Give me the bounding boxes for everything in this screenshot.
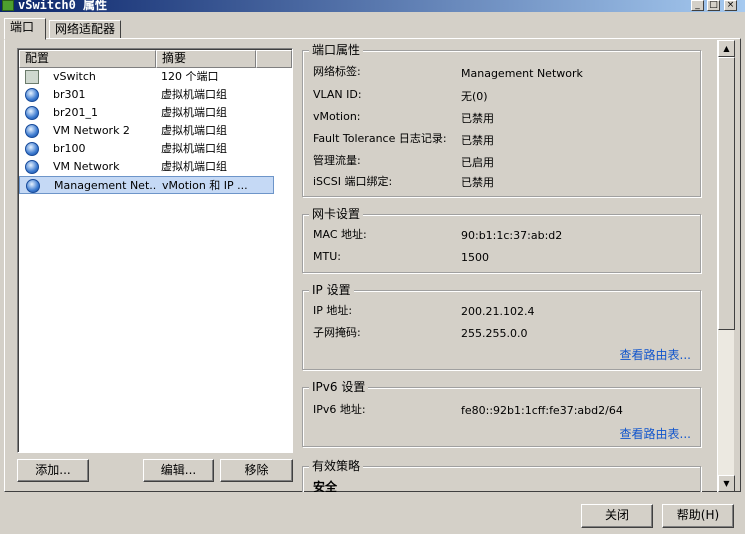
prop-value: 1500 bbox=[461, 251, 489, 264]
prop-label: 管理流量: bbox=[313, 154, 361, 167]
ip-settings-group: IP 设置 IP 地址: 200.21.102.4 子网掩码: 255.255.… bbox=[302, 283, 701, 370]
list-item[interactable]: VM Network 虚拟机端口组 bbox=[19, 158, 274, 176]
item-summary: 虚拟机端口组 bbox=[161, 88, 227, 101]
item-summary: 虚拟机端口组 bbox=[161, 142, 227, 155]
item-name: Management Net... bbox=[54, 179, 157, 192]
globe-icon bbox=[25, 88, 39, 102]
edit-button[interactable]: 编辑... bbox=[143, 459, 214, 482]
item-name: br100 bbox=[53, 142, 86, 155]
list-item[interactable]: br100 虚拟机端口组 bbox=[19, 140, 274, 158]
item-name: br201_1 bbox=[53, 106, 98, 119]
tab-ports[interactable]: 端口 bbox=[4, 18, 46, 40]
close-window-button[interactable]: × bbox=[724, 0, 737, 11]
switch-icon bbox=[25, 70, 39, 84]
globe-icon bbox=[25, 124, 39, 138]
prop-label: IPv6 地址: bbox=[313, 403, 366, 416]
item-name: VM Network bbox=[53, 160, 120, 173]
prop-label: 网络标签: bbox=[313, 65, 361, 78]
group-title: IP 设置 bbox=[309, 283, 354, 297]
list-item-selected[interactable]: Management Net... vMotion 和 IP ... bbox=[19, 176, 274, 194]
add-button[interactable]: 添加... bbox=[17, 459, 89, 482]
group-title: 端口属性 bbox=[309, 43, 364, 57]
prop-value: 无(0) bbox=[461, 90, 488, 103]
scroll-down-arrow-icon[interactable]: ▼ bbox=[718, 475, 735, 492]
prop-value: 255.255.0.0 bbox=[461, 327, 528, 340]
prop-label: IP 地址: bbox=[313, 304, 353, 317]
item-summary: 虚拟机端口组 bbox=[161, 106, 227, 119]
minimize-button[interactable]: _ bbox=[691, 0, 704, 11]
column-summary[interactable]: 摘要 bbox=[156, 50, 256, 68]
tab-network-adapters[interactable]: 网络适配器 bbox=[49, 20, 121, 39]
policy-security-label: 安全 bbox=[313, 480, 338, 492]
prop-value: 已禁用 bbox=[461, 134, 494, 147]
item-summary: 虚拟机端口组 bbox=[161, 124, 227, 137]
prop-value: 已禁用 bbox=[461, 176, 494, 189]
title-bar: vSwitch0 属性 _ □ × bbox=[0, 0, 745, 12]
prop-label: Fault Tolerance 日志记录: bbox=[313, 132, 447, 145]
column-spacer bbox=[256, 50, 292, 68]
item-summary: vMotion 和 IP ... bbox=[162, 179, 248, 192]
port-list[interactable]: 配置 摘要 vSwitch 120 个端口 br301 虚拟机端口组 br201… bbox=[17, 48, 293, 453]
list-item[interactable]: br301 虚拟机端口组 bbox=[19, 86, 274, 104]
properties-pane: 端口属性 网络标签: Management Network VLAN ID: 无… bbox=[300, 40, 718, 492]
prop-label: vMotion: bbox=[313, 110, 361, 123]
group-title: IPv6 设置 bbox=[309, 380, 369, 394]
prop-label: 子网掩码: bbox=[313, 326, 361, 339]
globe-icon bbox=[26, 179, 40, 193]
prop-label: VLAN ID: bbox=[313, 88, 362, 101]
effective-policy-group: 有效策略 安全 bbox=[302, 459, 701, 492]
list-item[interactable]: VM Network 2 虚拟机端口组 bbox=[19, 122, 274, 140]
list-header: 配置 摘要 bbox=[19, 50, 292, 68]
prop-value: 90:b1:1c:37:ab:d2 bbox=[461, 229, 563, 242]
list-item[interactable]: br201_1 虚拟机端口组 bbox=[19, 104, 274, 122]
nic-settings-group: 网卡设置 MAC 地址: 90:b1:1c:37:ab:d2 MTU: 1500 bbox=[302, 207, 701, 273]
close-button[interactable]: 关闭 bbox=[581, 504, 653, 528]
window-title: vSwitch0 属性 bbox=[18, 0, 108, 12]
item-summary: 虚拟机端口组 bbox=[161, 160, 227, 173]
scroll-thumb[interactable] bbox=[718, 57, 735, 330]
item-name: VM Network 2 bbox=[53, 124, 130, 137]
prop-value: Management Network bbox=[461, 67, 583, 80]
prop-value: 已启用 bbox=[461, 156, 494, 169]
list-item[interactable]: vSwitch 120 个端口 bbox=[19, 68, 274, 86]
help-button[interactable]: 帮助(H) bbox=[662, 504, 734, 528]
item-name: br301 bbox=[53, 88, 86, 101]
ipv6-settings-group: IPv6 设置 IPv6 地址: fe80::92b1:1cff:fe37:ab… bbox=[302, 380, 701, 447]
globe-icon bbox=[25, 142, 39, 156]
prop-value: fe80::92b1:1cff:fe37:abd2/64 bbox=[461, 404, 623, 417]
item-summary: 120 个端口 bbox=[161, 70, 219, 83]
prop-label: MTU: bbox=[313, 250, 341, 263]
globe-icon bbox=[25, 160, 39, 174]
properties-scrollbar[interactable]: ▲ ▼ bbox=[717, 40, 735, 492]
remove-button[interactable]: 移除 bbox=[220, 459, 293, 482]
view-ipv6-routing-table-link[interactable]: 查看路由表... bbox=[620, 427, 691, 441]
item-name: vSwitch bbox=[53, 70, 96, 83]
view-routing-table-link[interactable]: 查看路由表... bbox=[620, 348, 691, 362]
group-title: 有效策略 bbox=[309, 459, 364, 473]
group-title: 网卡设置 bbox=[309, 207, 364, 221]
port-properties-group: 端口属性 网络标签: Management Network VLAN ID: 无… bbox=[302, 43, 701, 197]
maximize-button[interactable]: □ bbox=[707, 0, 720, 11]
prop-value: 200.21.102.4 bbox=[461, 305, 535, 318]
vswitch-icon bbox=[2, 0, 14, 11]
prop-label: MAC 地址: bbox=[313, 228, 367, 241]
globe-icon bbox=[25, 106, 39, 120]
prop-label: iSCSI 端口绑定: bbox=[313, 175, 393, 188]
prop-value: 已禁用 bbox=[461, 112, 494, 125]
scroll-up-arrow-icon[interactable]: ▲ bbox=[718, 40, 735, 57]
column-config[interactable]: 配置 bbox=[19, 50, 156, 68]
